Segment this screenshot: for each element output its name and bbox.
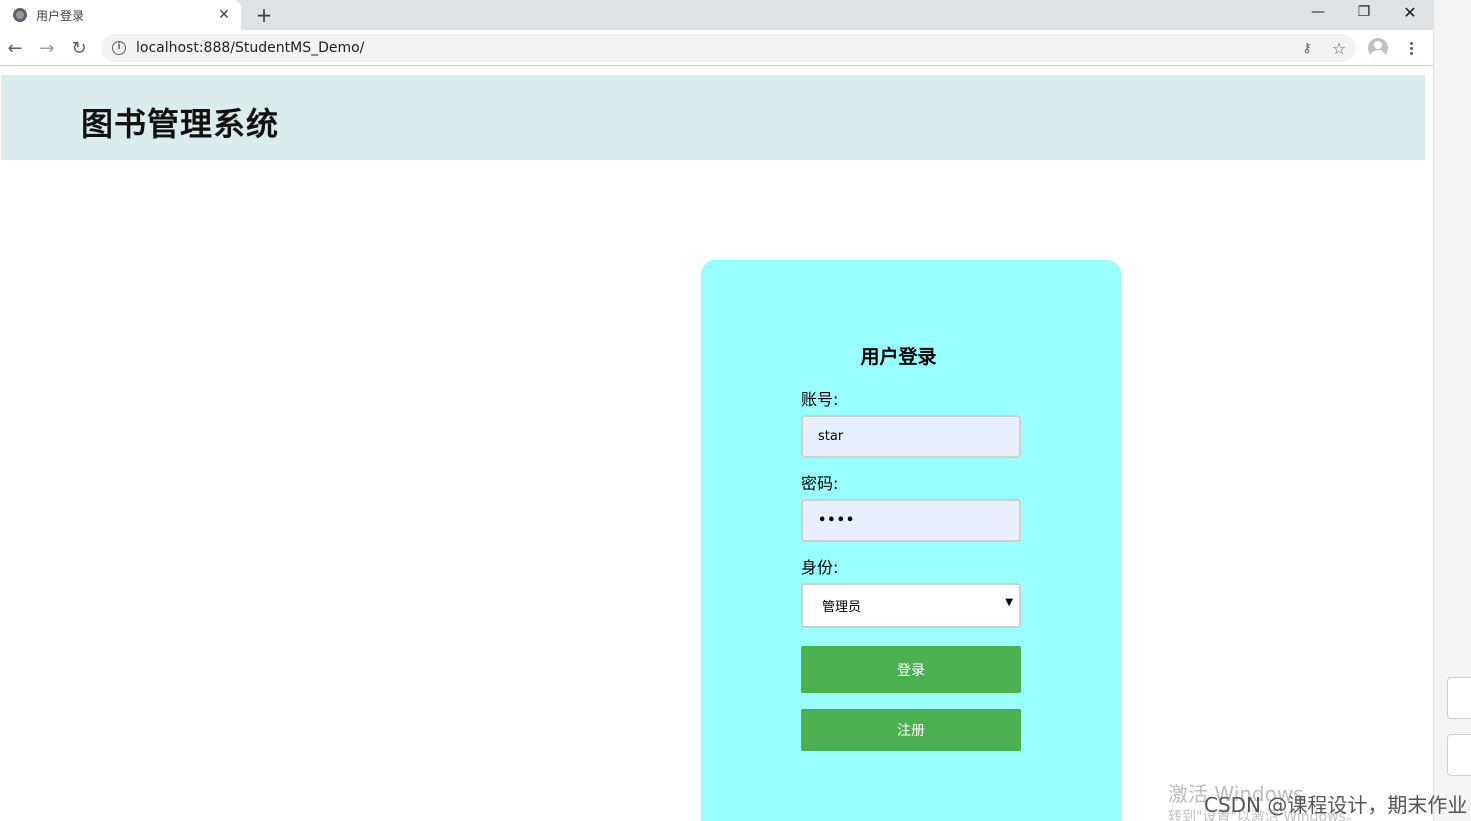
key-icon[interactable]: ⚷ <box>1296 41 1318 56</box>
login-button[interactable]: 登录 <box>801 646 1021 693</box>
new-tab-button[interactable]: + <box>252 3 276 27</box>
role-select[interactable]: 管理员 ▼ <box>801 583 1021 628</box>
window-maximize-button[interactable]: ❐ <box>1341 0 1387 24</box>
csdn-watermark: CSDN @课程设计，期末作业 <box>1204 793 1468 817</box>
register-button[interactable]: 注册 <box>801 709 1021 751</box>
address-bar[interactable]: i localhost:888/StudentMS_Demo/ ⚷ ☆ <box>101 34 1356 62</box>
url-text[interactable]: localhost:888/StudentMS_Demo/ <box>136 40 1296 56</box>
forward-icon[interactable]: → <box>34 35 60 61</box>
reload-icon[interactable]: ↻ <box>66 35 92 61</box>
page-title: 图书管理系统 <box>81 105 280 143</box>
window-minimize-button[interactable]: — <box>1295 0 1341 24</box>
window-close-button[interactable]: ✕ <box>1387 0 1433 24</box>
info-icon[interactable]: i <box>112 41 126 55</box>
tab-title: 用户登录 <box>36 8 85 23</box>
globe-icon <box>13 8 27 22</box>
account-label: 账号: <box>801 390 839 409</box>
password-label: 密码: <box>801 474 839 493</box>
side-panel-tab[interactable] <box>1447 734 1471 776</box>
password-input[interactable]: •••• <box>801 499 1021 542</box>
page-header: 图书管理系统 <box>1 75 1425 160</box>
tab-bar: 用户登录 ✕ + — ❐ ✕ <box>0 0 1433 30</box>
profile-icon[interactable] <box>1368 38 1388 58</box>
account-input[interactable]: star <box>801 415 1021 458</box>
side-panel-tab[interactable] <box>1447 677 1471 719</box>
browser-tab[interactable]: 用户登录 ✕ <box>0 0 241 30</box>
caret-down-icon: ▼ <box>1005 597 1013 608</box>
role-label: 身份: <box>801 558 839 577</box>
login-card: 用户登录 账号: star 密码: •••• 身份: 管理员 ▼ 登录 注册 <box>701 260 1121 821</box>
star-icon[interactable]: ☆ <box>1328 39 1350 58</box>
menu-icon[interactable] <box>1400 36 1422 60</box>
tab-close-icon[interactable]: ✕ <box>216 7 232 23</box>
role-select-value: 管理员 <box>822 600 862 615</box>
login-title: 用户登录 <box>860 346 937 368</box>
back-icon[interactable]: ← <box>2 35 28 61</box>
browser-toolbar: ← → ↻ i localhost:888/StudentMS_Demo/ ⚷ … <box>0 30 1433 66</box>
